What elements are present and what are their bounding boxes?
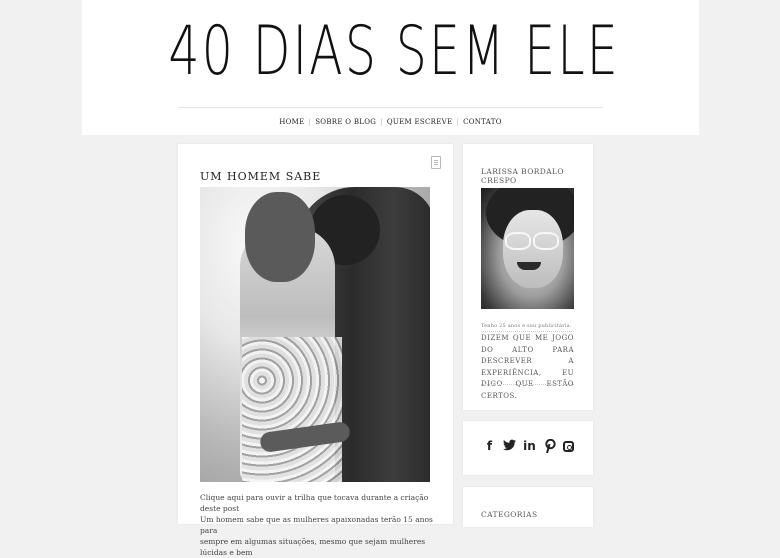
profile-photo xyxy=(481,188,574,309)
nav-item-quem-escreve[interactable]: QUEM ESCREVE xyxy=(385,116,455,128)
categories-title: CATEGORIAS xyxy=(481,510,538,519)
nav-item-contato[interactable]: CONTATO xyxy=(461,116,504,128)
photo-figure-dress xyxy=(242,337,342,482)
sidebar-social-widget: f in xyxy=(463,421,593,475)
dotted-divider xyxy=(481,384,574,385)
post-excerpt: Clique aqui para ouvir a trilha que toca… xyxy=(200,492,435,558)
header: 40 DIAS SEM ELE HOME | SOBRE O BLOG | QUEM E… xyxy=(82,0,699,135)
post-card: UM HOMEM SABE Clique aqui para ouvir a t… xyxy=(178,144,453,557)
instagram-icon[interactable] xyxy=(563,440,574,452)
profile-quote: DIZEM QUE ME JOGO DO ALTO PARA DESCREVER… xyxy=(481,334,574,400)
nav-item-sobre-o-blog[interactable]: SOBRE O BLOG xyxy=(313,116,378,128)
post-title[interactable]: UM HOMEM SABE xyxy=(200,170,321,183)
sidebar-profile-widget: LARISSA BORDALO CRESPO Tenho 25 anos e s… xyxy=(463,144,593,410)
post-excerpt-line: sempre em algumas situações, mesmo que s… xyxy=(200,537,426,557)
sidebar-categories-widget: CATEGORIAS xyxy=(463,487,593,527)
facebook-icon[interactable]: f xyxy=(483,439,496,453)
twitter-icon[interactable] xyxy=(503,439,516,453)
nav-item-home[interactable]: HOME xyxy=(277,116,306,128)
linkedin-icon[interactable]: in xyxy=(523,439,536,453)
main-nav: HOME | SOBRE O BLOG | QUEM ESCREVE | CONTATO xyxy=(82,116,699,128)
social-links: f in xyxy=(483,438,574,454)
twitter-bird-glyph xyxy=(503,439,516,451)
pinterest-glyph xyxy=(544,438,556,454)
post-excerpt-line: Um homem sabe que as mulheres apaixonada… xyxy=(200,515,433,535)
photo-figure-glasses xyxy=(533,232,559,250)
dotted-divider xyxy=(481,331,574,332)
document-icon xyxy=(431,156,441,169)
post-image[interactable] xyxy=(200,187,430,482)
post-excerpt-link[interactable]: Clique aqui para ouvir a trilha que toca… xyxy=(200,492,435,514)
profile-subtitle: Tenho 25 anos e sou publicitária. xyxy=(481,323,572,329)
header-divider xyxy=(178,107,603,108)
nav-separator: | xyxy=(380,118,383,126)
photo-figure-hair xyxy=(245,192,315,282)
nav-separator: | xyxy=(308,118,312,126)
blog-title[interactable]: 40 DIAS SEM ELE xyxy=(168,4,617,100)
photo-figure-glasses xyxy=(505,232,531,250)
nav-separator: | xyxy=(456,118,460,126)
profile-name: LARISSA BORDALO CRESPO xyxy=(481,167,564,185)
pinterest-icon[interactable] xyxy=(543,438,556,454)
